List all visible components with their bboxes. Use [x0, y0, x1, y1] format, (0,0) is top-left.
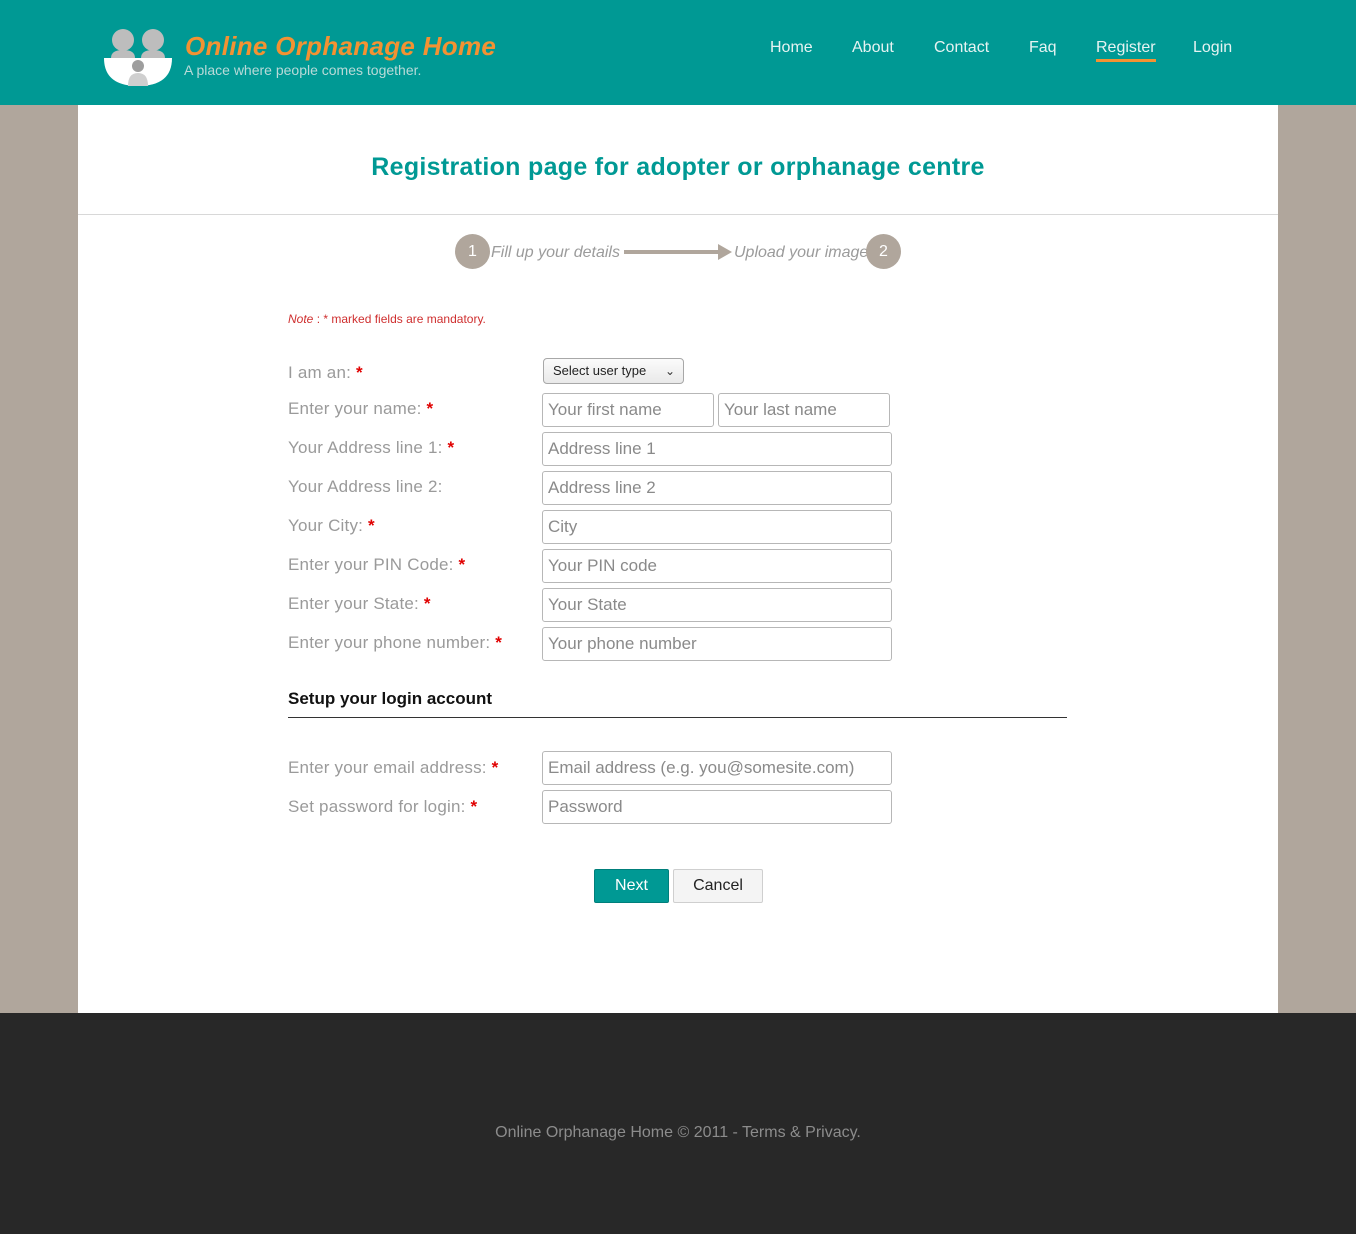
pin-label: Enter your PIN Code: * — [288, 555, 465, 575]
last-name-input[interactable] — [718, 393, 890, 427]
site-footer: Online Orphanage Home © 2011 - Terms & P… — [0, 1013, 1356, 1234]
email-label-text: Enter your email address: — [288, 758, 487, 777]
footer-copyright: Online Orphanage Home © 2011 - Terms & P… — [495, 1124, 861, 1141]
required-mark: * — [470, 797, 478, 816]
login-section-divider — [288, 717, 1067, 718]
pin-code-input[interactable] — [542, 549, 892, 583]
nav-register[interactable]: Register — [1096, 39, 1156, 62]
title-divider — [78, 214, 1278, 215]
nav-login[interactable]: Login — [1193, 39, 1232, 57]
note-prefix: Note — [288, 312, 314, 326]
user-type-selected: Select user type — [553, 363, 647, 378]
phone-input[interactable] — [542, 627, 892, 661]
name-label: Enter your name: * — [288, 399, 433, 419]
city-input[interactable] — [542, 510, 892, 544]
required-mark: * — [495, 633, 503, 652]
pin-label-text: Enter your PIN Code: — [288, 555, 454, 574]
step-2-badge: 2 — [866, 234, 901, 269]
address1-input[interactable] — [542, 432, 892, 466]
city-label: Your City: * — [288, 516, 375, 536]
user-type-select[interactable]: Select user type ⌄ — [543, 358, 684, 384]
phone-label-text: Enter your phone number: — [288, 633, 491, 652]
required-mark: * — [426, 399, 434, 418]
password-label-text: Set password for login: — [288, 797, 466, 816]
step-1-label: Fill up your details — [491, 244, 620, 261]
email-label: Enter your email address: * — [288, 758, 498, 778]
page-title: Registration page for adopter or orphana… — [371, 153, 985, 181]
required-mark: * — [368, 516, 375, 535]
nav-home[interactable]: Home — [770, 39, 813, 57]
main-nav: Home About Contact Faq Register Login — [0, 39, 1356, 69]
note-text: : * marked fields are mandatory. — [316, 312, 486, 326]
address2-label: Your Address line 2: — [288, 477, 443, 496]
address1-label-text: Your Address line 1: — [288, 438, 443, 457]
step-arrow-icon — [624, 244, 732, 260]
site-header: Online Orphanage Home A place where peop… — [0, 0, 1356, 105]
main-content: Registration page for adopter or orphana… — [78, 105, 1278, 1013]
first-name-input[interactable] — [542, 393, 714, 427]
chevron-down-icon: ⌄ — [664, 364, 675, 378]
step-1-badge: 1 — [455, 234, 490, 269]
address2-input[interactable] — [542, 471, 892, 505]
required-mark: * — [355, 363, 363, 382]
password-input[interactable] — [542, 790, 892, 824]
state-input[interactable] — [542, 588, 892, 622]
mandatory-note: Note : * marked fields are mandatory. — [288, 312, 486, 326]
nav-faq[interactable]: Faq — [1029, 39, 1057, 57]
required-mark: * — [491, 758, 499, 777]
required-mark: * — [458, 555, 466, 574]
required-mark: * — [447, 438, 455, 457]
step-2-label: Upload your image — [734, 244, 869, 261]
city-label-text: Your City: — [288, 516, 364, 535]
next-button[interactable]: Next — [594, 869, 669, 903]
phone-label: Enter your phone number: * — [288, 633, 502, 653]
email-input[interactable] — [542, 751, 892, 785]
required-mark: * — [423, 594, 431, 613]
password-label: Set password for login: * — [288, 797, 477, 817]
login-section-title: Setup your login account — [288, 689, 493, 708]
user-type-label: I am an: * — [288, 363, 363, 383]
cancel-button[interactable]: Cancel — [673, 869, 763, 903]
user-type-label-text: I am an: — [288, 363, 352, 382]
name-label-text: Enter your name: — [288, 399, 422, 418]
state-label-text: Enter your State: — [288, 594, 419, 613]
state-label: Enter your State: * — [288, 594, 431, 614]
address1-label: Your Address line 1: * — [288, 438, 454, 458]
nav-about[interactable]: About — [852, 39, 894, 57]
nav-contact[interactable]: Contact — [934, 39, 989, 57]
